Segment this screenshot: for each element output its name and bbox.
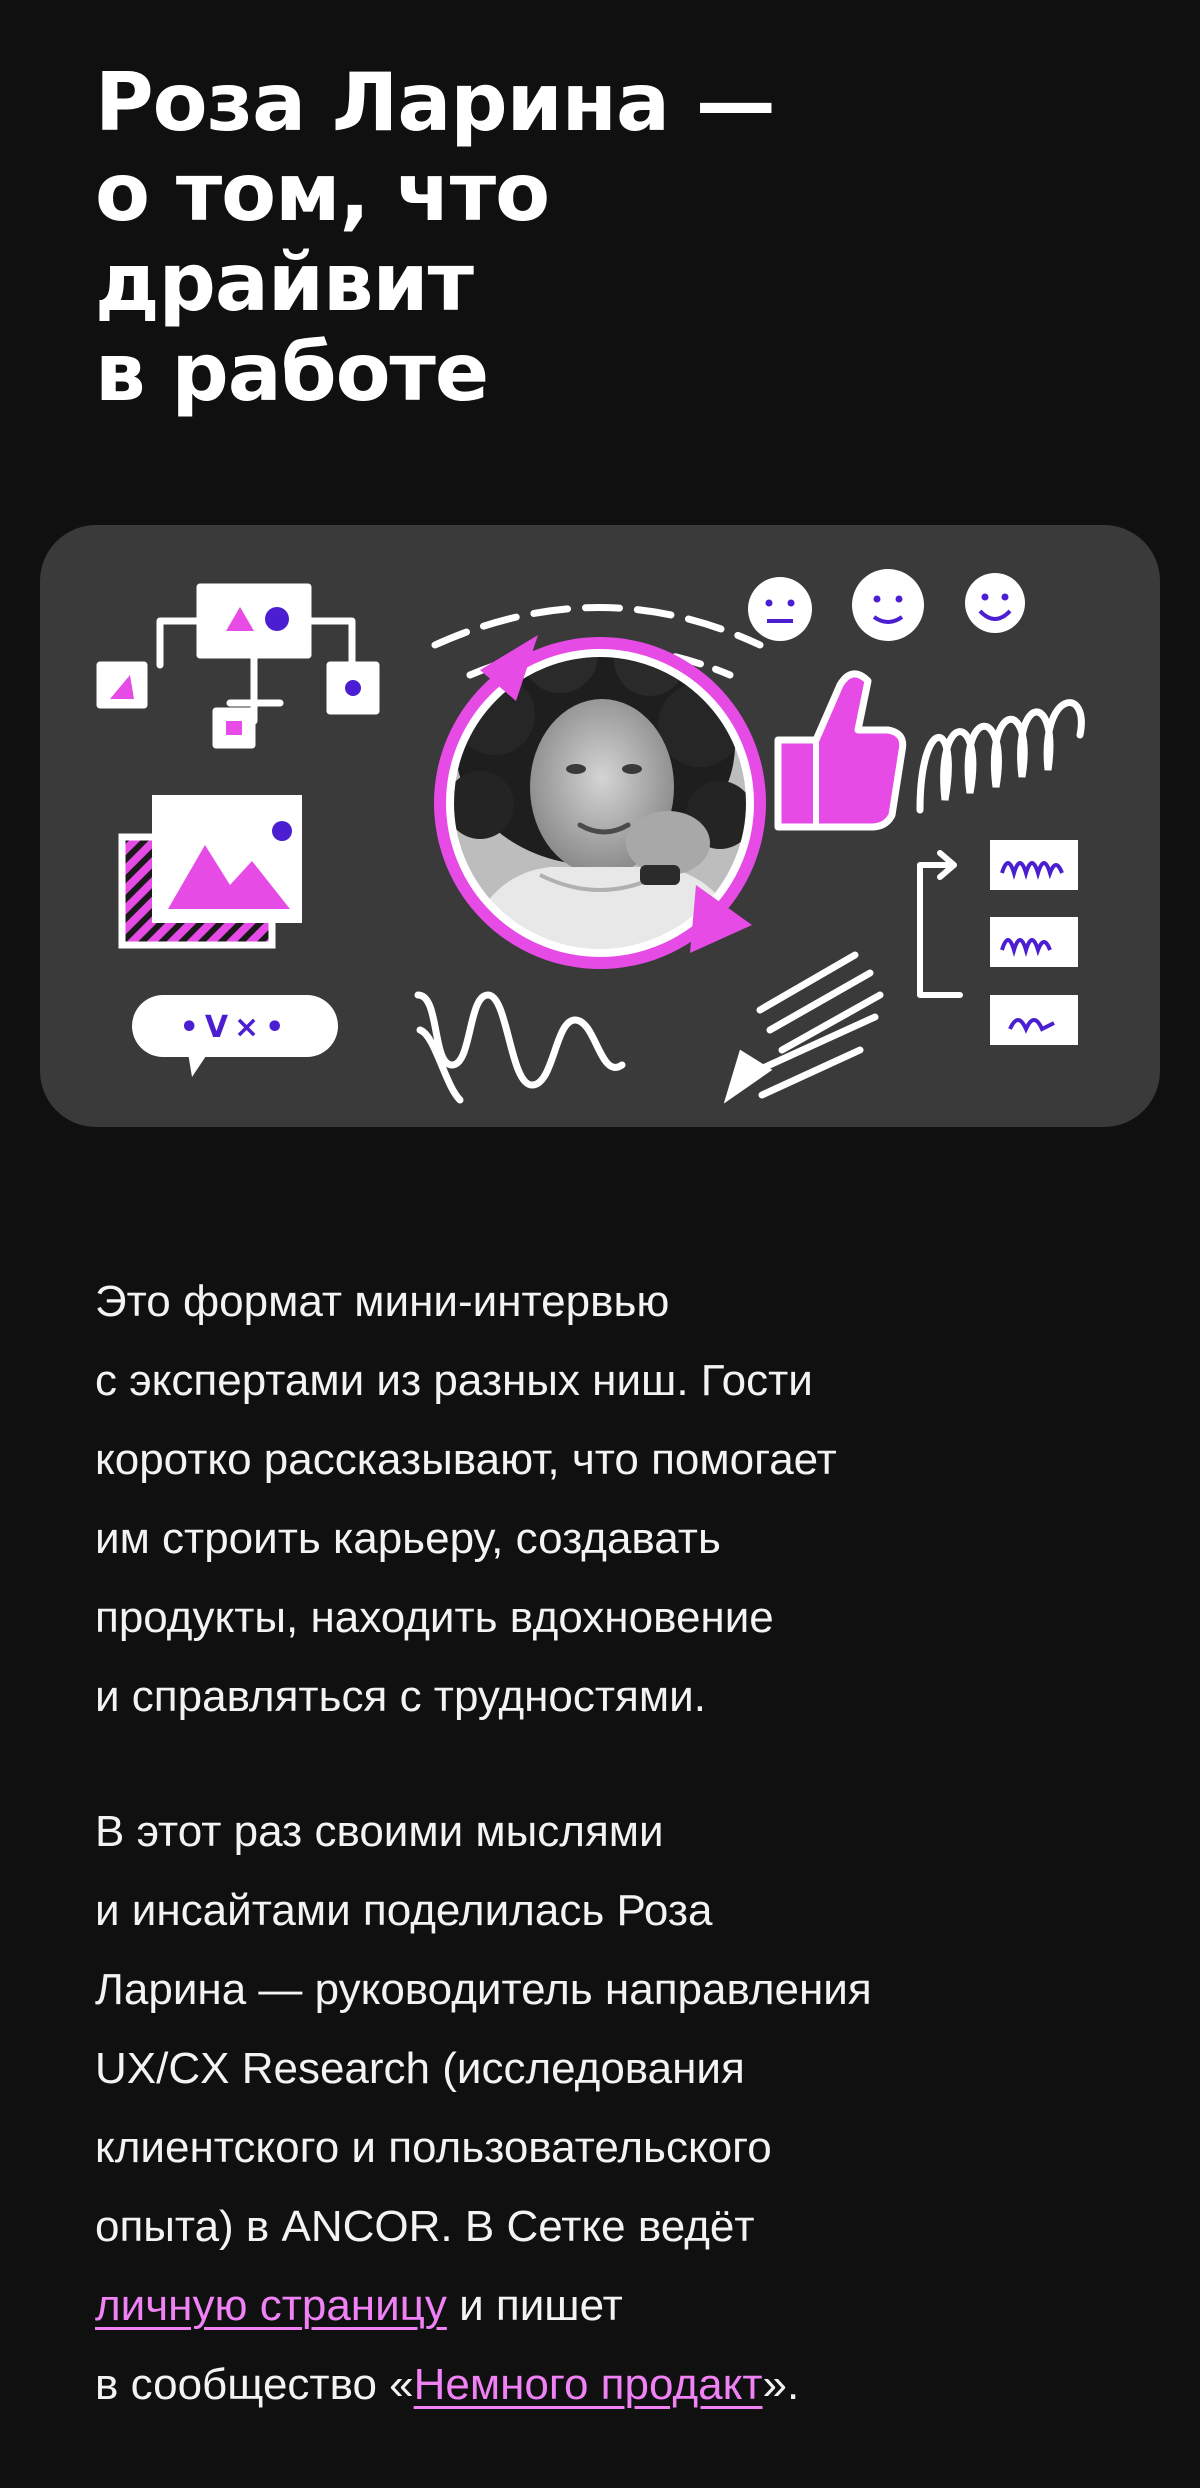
- text-line: в сообщество «Немного продакт».: [95, 2345, 1105, 2424]
- text-line: Ларина — руководитель направления: [95, 1965, 872, 2014]
- title-line: о том, что: [95, 146, 550, 239]
- hero-illustration: •V×•: [40, 525, 1160, 1127]
- wave-scribble-icon: [414, 991, 626, 1104]
- community-prefix-text: в сообщество «: [95, 2360, 414, 2409]
- intro-paragraph: Это формат мини-интервью с экспертами из…: [95, 1262, 1105, 1736]
- speech-bubble-icon: •V×•: [132, 995, 338, 1077]
- text-line: им строить карьеру, создавать: [95, 1514, 721, 1563]
- title-line: в работе: [95, 326, 489, 419]
- bio-paragraph: В этот раз своими мыслями и инсайтами по…: [95, 1792, 1105, 2424]
- text-line: продукты, находить вдохновение: [95, 1593, 774, 1642]
- text-line: и инсайтами поделилась Роза: [95, 1886, 713, 1935]
- text-line: опыта) в ANCOR. В Сетке ведёт: [95, 2202, 755, 2251]
- flowchart-icon: [96, 583, 380, 749]
- squiggle-icon: [916, 699, 1085, 814]
- text-line: с экспертами из разных ниш. Гости: [95, 1356, 813, 1405]
- text-line: личную страницу и пишет: [95, 2266, 1105, 2345]
- link-suffix-text: и пишет: [446, 2281, 623, 2330]
- personal-page-link[interactable]: личную страницу: [95, 2281, 447, 2330]
- text-line: UX/CX Research (исследования: [95, 2044, 745, 2093]
- emoji-faces-icon: [748, 569, 1025, 641]
- notes-list-icon: [917, 840, 1078, 1045]
- article-title: Роза Ларина — о том, что драйвит в работ…: [95, 58, 1105, 418]
- title-line: Роза Ларина —: [95, 56, 776, 149]
- text-line: коротко рассказывают, что помогает: [95, 1435, 837, 1484]
- community-link[interactable]: Немного продакт: [414, 2360, 763, 2409]
- bubble-symbols: •V×•: [180, 1010, 291, 1045]
- thumbs-up-icon: [774, 670, 907, 831]
- community-suffix-text: ».: [762, 2360, 800, 2409]
- title-line: драйвит: [95, 236, 474, 329]
- text-line: и справляться с трудностями.: [95, 1672, 706, 1721]
- image-icon: [118, 795, 302, 949]
- pencil-lines-icon: [723, 951, 884, 1104]
- article-body: Это формат мини-интервью с экспертами из…: [95, 1262, 1105, 2424]
- text-line: клиентского и пользовательского: [95, 2123, 772, 2172]
- text-line: В этот раз своими мыслями: [95, 1807, 664, 1856]
- text-line: Это формат мини-интервью: [95, 1277, 670, 1326]
